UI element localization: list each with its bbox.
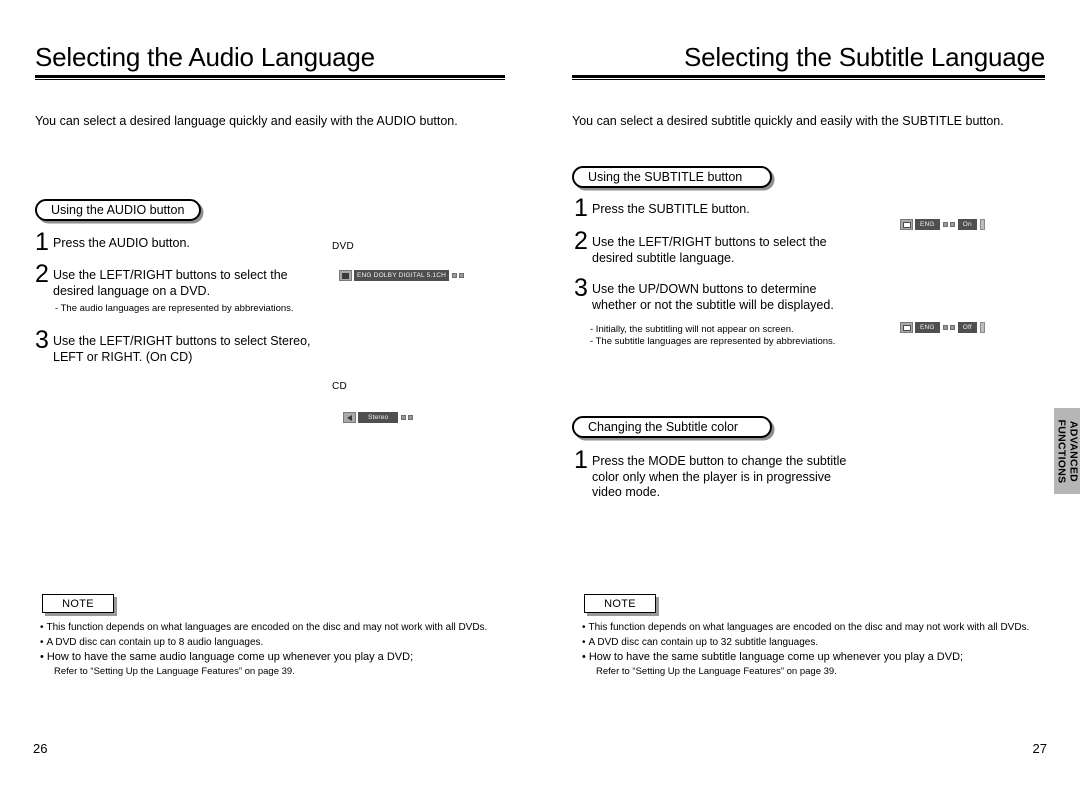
osd-language-text: ENG: [915, 322, 940, 333]
note-reference: Refer to “Setting Up the Language Featur…: [54, 666, 295, 677]
section-tab-label: Using the SUBTITLE button: [588, 169, 743, 184]
note-reference: Refer to “Setting Up the Language Featur…: [596, 666, 837, 677]
step-3: 3 Use the LEFT/RIGHT buttons to select S…: [35, 326, 325, 365]
side-thumb-tab: ADVANCED FUNCTIONS: [1054, 408, 1080, 494]
osd-bar-subtitle-on: ENG On: [900, 219, 985, 230]
step-3: 3 Use the UP/DOWN buttons to determine w…: [574, 274, 864, 313]
subtitle-icon: [900, 219, 913, 230]
subtitle-icon: [900, 322, 913, 333]
note-list: • This function depends on what languages…: [582, 620, 1029, 679]
audio-abbrev-note: - The audio languages are represented by…: [55, 303, 294, 314]
osd-stereo-text: Stereo: [358, 412, 399, 423]
step-number: 1: [35, 228, 49, 256]
step-number: 2: [35, 260, 49, 288]
step-text: Use the UP/DOWN buttons to determine whe…: [592, 282, 834, 312]
osd-bar-cd-audio: Stereo: [343, 412, 416, 423]
step-text: Press the MODE button to change the subt…: [592, 454, 847, 499]
note-item: • A DVD disc can contain up to 8 audio la…: [40, 635, 487, 650]
note-item-text: This function depends on what languages …: [588, 622, 1030, 633]
osd-language-text: ENG: [915, 219, 940, 230]
side-tab-line-1: ADVANCED: [1067, 420, 1080, 482]
bullet-glyph: •: [40, 622, 44, 633]
step-2: 2 Use the LEFT/RIGHT buttons to select t…: [574, 227, 844, 266]
header-rule: [35, 75, 505, 80]
osd-state-text: Off: [957, 322, 977, 333]
bullet-glyph: •: [582, 637, 586, 648]
step-2: 2 Use the LEFT/RIGHT buttons to select t…: [35, 260, 315, 299]
osd-indicator-dots: [398, 415, 416, 420]
subtitle-notes: - Initially, the subtitling will not app…: [590, 324, 836, 347]
osd-state-text: On: [957, 219, 977, 230]
page-number-right: 27: [1032, 741, 1047, 756]
step-number: 2: [574, 227, 588, 255]
step-number: 3: [574, 274, 588, 302]
step-text: Use the LEFT/RIGHT buttons to select the…: [592, 235, 827, 265]
osd-bar-dvd-audio: ENG DOLBY DIGITAL 5.1CH: [339, 270, 467, 281]
osd-indicator-dots: [449, 273, 467, 278]
right-page: Selecting the Subtitle Language You can …: [540, 0, 1080, 790]
osd-bar-subtitle-off: ENG Off: [900, 322, 985, 333]
osd-end-cap: [979, 322, 985, 333]
section-tab-subtitle-color: Changing the Subtitle color: [572, 416, 772, 438]
disc-caption-dvd: DVD: [332, 241, 355, 252]
color-step-1: 1 Press the MODE button to change the su…: [574, 446, 864, 501]
side-tab-line-2: FUNCTIONS: [1056, 419, 1069, 483]
osd-end-cap: [979, 219, 985, 230]
note-item-text: How to have the same subtitle language c…: [588, 651, 964, 663]
note-item-text: This function depends on what languages …: [46, 622, 488, 633]
note-item: • How to have the same audio language com…: [40, 650, 487, 665]
step-text: Use the LEFT/RIGHT buttons to select the…: [53, 268, 288, 298]
osd-indicator-dots: [940, 222, 958, 227]
osd-audio-text: ENG DOLBY DIGITAL 5.1CH: [354, 270, 450, 281]
bullet-glyph: •: [582, 622, 586, 633]
step-text: Use the LEFT/RIGHT buttons to select Ste…: [53, 334, 311, 364]
speaker-icon: [343, 412, 356, 423]
section-tab-audio: Using the AUDIO button: [35, 199, 201, 221]
header-rule: [572, 75, 1045, 80]
left-page-header: Selecting the Audio Language: [35, 42, 505, 80]
note-box: NOTE: [584, 594, 656, 613]
note-item-text: How to have the same audio language come…: [46, 651, 414, 663]
section-tab-subtitle: Using the SUBTITLE button: [572, 166, 772, 188]
step-1: 1 Press the SUBTITLE button.: [574, 194, 834, 222]
audio-track-icon: [339, 270, 352, 281]
note-item: • This function depends on what languages…: [40, 620, 487, 635]
step-1: 1 Press the AUDIO button.: [35, 228, 310, 256]
section-tab-label: Using the AUDIO button: [51, 202, 185, 217]
right-page-header: Selecting the Subtitle Language: [572, 42, 1045, 80]
bullet-glyph: •: [582, 651, 586, 663]
note-label: NOTE: [62, 597, 94, 610]
manual-spread: Selecting the Audio Language You can sel…: [0, 0, 1080, 790]
note-item: • How to have the same subtitle language …: [582, 650, 1029, 665]
intro-text: You can select a desired language quickl…: [35, 114, 458, 128]
step-text: Press the SUBTITLE button.: [592, 202, 750, 216]
page-number-left: 26: [33, 741, 48, 756]
disc-caption-cd: CD: [332, 381, 348, 392]
note-item: • A DVD disc can contain up to 32 subtitl…: [582, 635, 1029, 650]
page-title: Selecting the Subtitle Language: [684, 42, 1045, 72]
note-item-text: A DVD disc can contain up to 32 subtitle…: [588, 637, 819, 648]
note-list: • This function depends on what languages…: [40, 620, 487, 679]
step-text: Press the AUDIO button.: [53, 236, 190, 250]
step-number: 1: [574, 446, 588, 474]
note-item: • This function depends on what languages…: [582, 620, 1029, 635]
note-box: NOTE: [42, 594, 114, 613]
note-item-text: A DVD disc can contain up to 8 audio lan…: [46, 637, 264, 648]
page-title: Selecting the Audio Language: [35, 42, 375, 72]
bullet-glyph: •: [40, 651, 44, 663]
bullet-glyph: •: [40, 637, 44, 648]
intro-text: You can select a desired subtitle quickl…: [572, 114, 1004, 128]
step-number: 1: [574, 194, 588, 222]
side-thumb-tab-text: ADVANCED FUNCTIONS: [1056, 419, 1080, 483]
note-label: NOTE: [604, 597, 636, 610]
osd-indicator-dots: [940, 325, 958, 330]
step-number: 3: [35, 326, 49, 354]
section-tab-label: Changing the Subtitle color: [588, 419, 739, 434]
left-page: Selecting the Audio Language You can sel…: [0, 0, 540, 790]
